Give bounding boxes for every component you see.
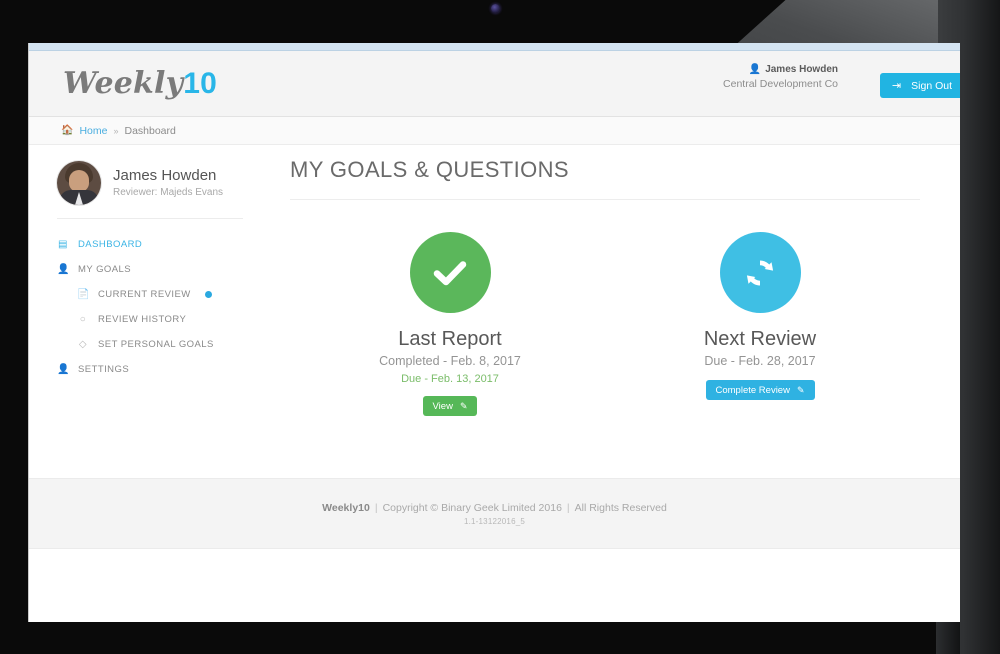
- footer-copyright: Copyright © Binary Geek Limited 2016: [382, 501, 562, 514]
- status-cards-row: Last Report Completed - Feb. 8, 2017 Due -…: [290, 200, 920, 416]
- breadcrumb: 🏠 Home » Dashboard: [29, 117, 960, 145]
- status-card-primary-date: Completed - Feb. 8, 2017: [379, 354, 521, 368]
- sidebar-item-label: SETTINGS: [78, 364, 130, 375]
- status-card: Last Report Completed - Feb. 8, 2017 Due -…: [345, 232, 555, 416]
- view-button[interactable]: View ✎: [422, 396, 478, 416]
- document-icon: 📄: [77, 289, 90, 300]
- avatar: [57, 161, 101, 205]
- main-content: MY GOALS & QUESTIONS Last Report Complete…: [257, 145, 960, 478]
- header-user-info: 👤 James Howden Central Development Co: [723, 63, 838, 92]
- sidebar: James Howden Reviewer: Majeds Evans ▤ DAS…: [29, 145, 257, 478]
- sign-out-label: Sign Out: [911, 79, 952, 92]
- sign-out-button[interactable]: ⇥ Sign Out: [879, 73, 960, 98]
- sidebar-item-label: REVIEW HISTORY: [98, 314, 187, 325]
- breadcrumb-link-home[interactable]: Home: [79, 125, 107, 137]
- site-footer: Weekly10 | Copyright © Binary Geek Limit…: [29, 478, 960, 549]
- user-icon: 👤: [57, 364, 70, 375]
- footer-copyright-line: Weekly10 | Copyright © Binary Geek Limit…: [322, 502, 667, 514]
- status-card-primary-date: Due - Feb. 28, 2017: [704, 354, 816, 368]
- sidebar-item-label: DASHBOARD: [78, 239, 143, 250]
- webcam-icon: [491, 4, 500, 13]
- brand-logo[interactable]: Weekly10: [63, 67, 217, 101]
- sidebar-profile-reviewer: Reviewer: Majeds Evans: [113, 187, 224, 198]
- status-card-button-label: Complete Review: [715, 384, 790, 396]
- notification-dot-icon: [204, 291, 212, 298]
- footer-rights: All Rights Reserved: [574, 501, 667, 514]
- sidebar-item-dashboard[interactable]: ▤ DASHBOARD: [57, 232, 257, 257]
- browser-chrome-strip: [29, 43, 960, 51]
- page-title: MY GOALS & QUESTIONS: [290, 157, 920, 200]
- signout-icon: ⇥: [891, 80, 902, 92]
- sidebar-item-current-review[interactable]: 📄 CURRENT REVIEW: [57, 282, 257, 307]
- footer-brand: Weekly10: [322, 501, 370, 514]
- diamond-icon: ◇: [78, 339, 88, 350]
- user-icon: 👤: [748, 64, 762, 75]
- sidebar-profile-name: James Howden: [113, 167, 217, 184]
- sidebar-profile: James Howden Reviewer: Majeds Evans: [57, 161, 243, 219]
- home-icon: 🏠: [61, 125, 74, 136]
- complete-review-button[interactable]: Complete Review ✎: [705, 380, 815, 400]
- header-user-name: James Howden: [765, 64, 838, 75]
- device-bezel: Weekly10 👤 James Howden Central Developme…: [0, 0, 1000, 654]
- user-icon: 👤: [57, 264, 70, 275]
- footer-separator-2: |: [566, 501, 570, 514]
- header-organisation: Central Development Co: [723, 78, 838, 90]
- sidebar-item-label: MY GOALS: [78, 264, 132, 275]
- edit-icon: ✎: [459, 400, 468, 411]
- sidebar-item-label: CURRENT REVIEW: [98, 289, 191, 300]
- status-card-title: Next Review: [703, 328, 817, 350]
- status-card-button-label: View: [432, 400, 453, 412]
- footer-version: 1.1-13122016_5: [463, 516, 526, 526]
- header-user-name-row: 👤 James Howden: [723, 63, 838, 77]
- refresh-icon[interactable]: [719, 232, 801, 313]
- sidebar-item-set-personal-goals[interactable]: ◇ SET PERSONAL GOALS: [57, 332, 257, 357]
- page-body: James Howden Reviewer: Majeds Evans ▤ DAS…: [29, 145, 960, 478]
- browser-viewport: Weekly10 👤 James Howden Central Developme…: [28, 43, 960, 622]
- site-header: Weekly10 👤 James Howden Central Developme…: [29, 51, 960, 117]
- check-icon[interactable]: [409, 232, 491, 313]
- breadcrumb-separator: »: [113, 125, 119, 136]
- footer-separator-1: |: [374, 501, 378, 514]
- status-card: Next Review Due - Feb. 28, 2017 Complete R…: [655, 232, 865, 416]
- sidebar-item-my-goals[interactable]: 👤 MY GOALS: [57, 257, 257, 282]
- sidebar-item-settings[interactable]: 👤 SETTINGS: [57, 357, 257, 382]
- sidebar-item-review-history[interactable]: ○ REVIEW HISTORY: [57, 307, 257, 332]
- clock-icon: ○: [79, 314, 87, 325]
- brand-word: Weekly: [63, 66, 184, 101]
- status-card-title: Last Report: [398, 328, 502, 350]
- status-card-due-date: Due - Feb. 13, 2017: [401, 373, 499, 385]
- sidebar-item-label: SET PERSONAL GOALS: [98, 339, 214, 350]
- edit-icon: ✎: [796, 384, 805, 395]
- dashboard-icon: ▤: [58, 239, 68, 250]
- sidebar-nav: ▤ DASHBOARD 👤 MY GOALS 📄 CURRENT REVIEW ○ REVIE…: [57, 232, 257, 382]
- sidebar-profile-text: James Howden Reviewer: Majeds Evans: [113, 166, 223, 200]
- brand-number: 10: [183, 67, 218, 100]
- breadcrumb-current: Dashboard: [124, 124, 176, 137]
